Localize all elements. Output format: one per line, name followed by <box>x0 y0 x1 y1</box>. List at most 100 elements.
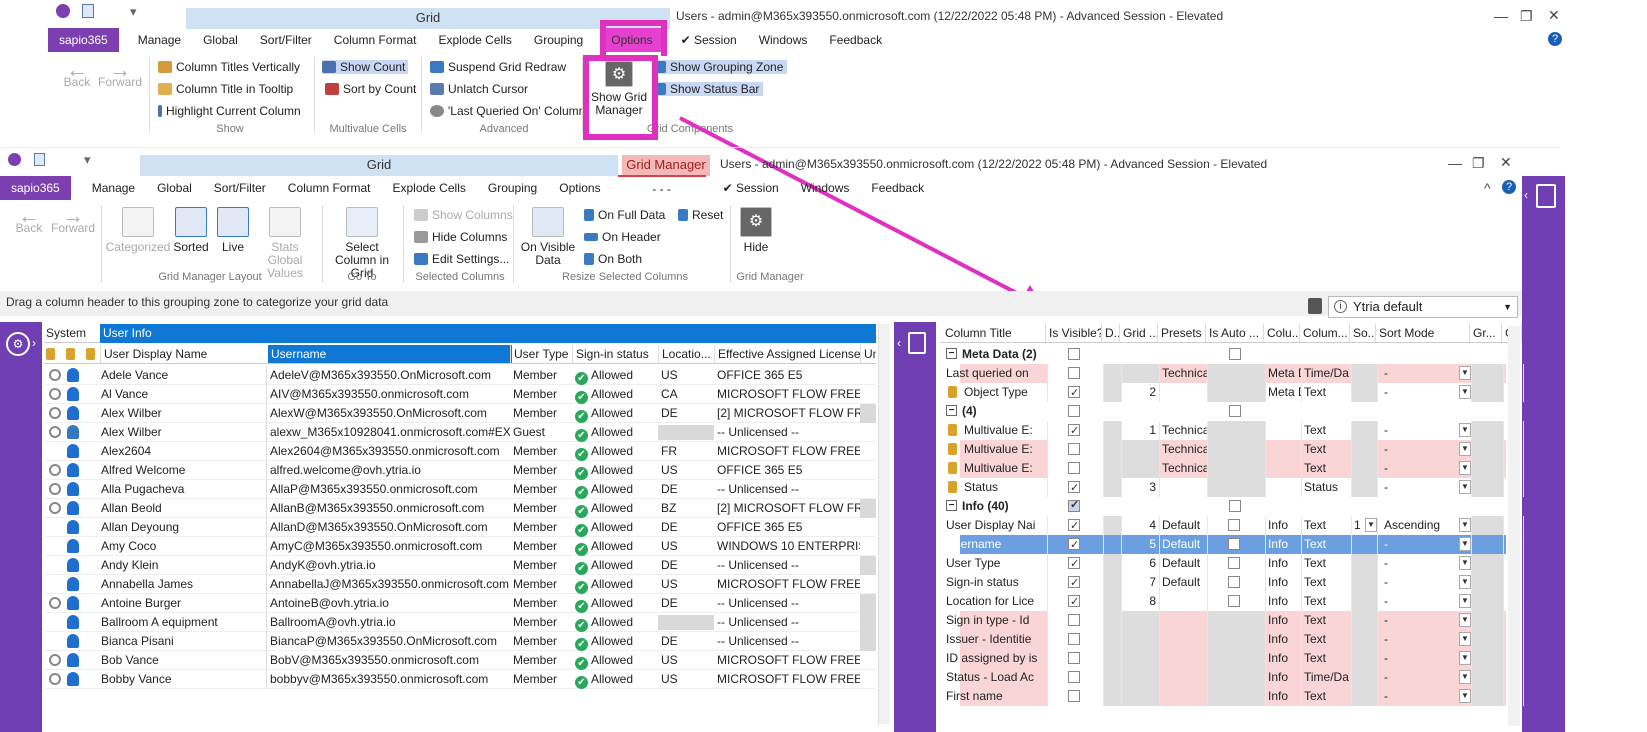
table-row[interactable]: Allan Deyoung AllanD@M365x393550.OnMicros… <box>44 518 876 537</box>
gm-column-row[interactable]: Multivalue E: Technica Text - ▼ <box>948 459 1524 478</box>
gm-header-col[interactable]: Colum... <box>1300 324 1350 342</box>
select-column-button[interactable]: Select Column in Grid <box>326 207 398 280</box>
table-row[interactable]: Annabella James AnnabellaJ@M365x393550.on… <box>44 575 876 594</box>
tab-manage[interactable]: Manage <box>127 28 192 52</box>
categorized-button[interactable]: Categorized <box>104 207 172 254</box>
table-row[interactable]: Alfred Welcome alfred.welcome@ovh.ytria.i… <box>44 461 876 480</box>
tab-column-format[interactable]: Column Format <box>323 28 428 52</box>
copy-icon[interactable] <box>82 4 94 18</box>
show-status-bar-button[interactable]: Show Status Bar <box>652 82 764 96</box>
hide-columns-button[interactable]: Hide Columns <box>414 230 507 244</box>
visible-checkbox[interactable] <box>1068 348 1080 360</box>
last-queried-column-button[interactable]: 'Last Queried On' Column <box>430 104 585 118</box>
table-row[interactable]: Alex Wilber AlexW@M365x393550.OnMicrosoft… <box>44 404 876 423</box>
sort-mode-dropdown-icon[interactable]: ▼ <box>1459 670 1471 684</box>
inner-close-icon[interactable]: ✕ <box>1500 154 1512 171</box>
inner-tab-explode-cells[interactable]: Explode Cells <box>381 176 476 200</box>
sort-mode-dropdown-icon[interactable]: ▼ <box>1459 518 1471 532</box>
header-location[interactable]: Locatio... <box>658 345 714 363</box>
gm-column-row[interactable]: Object Type2Meta DText-▼ <box>948 383 1524 402</box>
inner-back-button[interactable]: ← Back <box>12 205 46 235</box>
table-row[interactable]: Bianca Pisani BiancaP@M365x393550.OnMicro… <box>44 632 876 651</box>
hide-grid-manager-button[interactable]: ⚙ Hide <box>736 207 776 254</box>
outer-close-icon[interactable]: ✕ <box>1548 7 1560 24</box>
radio-icon[interactable] <box>49 502 61 514</box>
reset-button[interactable]: Reset <box>678 208 723 222</box>
outer-scroll-right[interactable] <box>1565 0 1647 732</box>
inner-tab-session[interactable]: ✔ Session <box>712 176 790 200</box>
inner-tab-manage[interactable]: Manage <box>81 176 146 200</box>
visible-checkbox[interactable] <box>1068 422 1080 440</box>
live-button[interactable]: Live <box>214 207 252 254</box>
sort-mode-dropdown-icon[interactable]: ▼ <box>1459 461 1471 475</box>
gm-column-row[interactable]: Issuer - Identitie Info Text - ▼ <box>946 630 1524 649</box>
visible-checkbox[interactable] <box>1068 633 1080 645</box>
sort-mode-dropdown-icon[interactable]: ▼ <box>1459 689 1471 703</box>
radio-icon[interactable] <box>49 407 61 419</box>
delete-view-icon[interactable] <box>1308 298 1322 314</box>
back-button[interactable]: ← Back <box>60 59 94 89</box>
auto-checkbox[interactable] <box>1228 576 1240 588</box>
auto-checkbox[interactable] <box>1229 348 1241 360</box>
visible-checkbox[interactable] <box>1068 367 1080 379</box>
inner-forward-button[interactable]: → Forward <box>50 205 96 235</box>
gm-group-row[interactable]: − Meta Data (2) <box>944 345 1506 364</box>
on-visible-data-button[interactable]: On Visible Data <box>518 207 578 267</box>
header-licenses[interactable]: Effective Assigned Licenses <box>714 345 860 363</box>
gm-column-row[interactable]: Multivalue E:1TechnicaText-▼ <box>948 421 1524 440</box>
visible-checkbox[interactable] <box>1068 555 1080 573</box>
sort-order-dropdown-icon[interactable]: ▼ <box>1365 518 1377 532</box>
auto-checkbox[interactable] <box>1229 500 1241 512</box>
gm-column-row[interactable]: Status3Status-▼ <box>948 478 1524 497</box>
grid-scrollbar[interactable] <box>878 324 890 724</box>
table-row[interactable]: Adele Vance AdeleV@M365x393550.OnMicrosof… <box>44 366 876 385</box>
sort-mode-dropdown-icon[interactable]: ▼ <box>1459 594 1471 608</box>
inner-tab-grouping[interactable]: Grouping <box>477 176 548 200</box>
collapse-right-icon[interactable]: ‹ <box>1524 188 1528 202</box>
gm-header-col[interactable]: Gr... <box>1470 324 1502 342</box>
gm-header-col[interactable]: Is Auto ... <box>1206 324 1264 342</box>
sort-mode-dropdown-icon[interactable]: ▼ <box>1459 480 1471 494</box>
visible-checkbox[interactable] <box>1068 479 1080 497</box>
radio-icon[interactable] <box>49 388 61 400</box>
visible-checkbox[interactable] <box>1068 405 1080 417</box>
auto-checkbox[interactable] <box>1229 405 1241 417</box>
column-title-tooltip-button[interactable]: Column Title in Tooltip <box>158 82 293 96</box>
unlatch-cursor-button[interactable]: Unlatch Cursor <box>430 82 528 96</box>
header-sign-in-status[interactable]: Sign-in status <box>572 345 658 363</box>
auto-checkbox[interactable] <box>1228 557 1240 569</box>
sort-by-count-button[interactable]: Sort by Count <box>325 82 416 96</box>
visible-checkbox[interactable] <box>1068 536 1080 554</box>
on-both-button[interactable]: On Both <box>584 252 642 266</box>
inner-tab-global[interactable]: Global <box>146 176 203 200</box>
table-row[interactable]: Al Vance AIV@M365x393550.onmicrosoft.com M… <box>44 385 876 404</box>
sort-mode-dropdown-icon[interactable]: ▼ <box>1459 632 1471 646</box>
header-user-type[interactable]: User Type <box>510 345 572 363</box>
gm-column-row[interactable]: User Display Nai4DefaultInfoText1▼Ascend… <box>946 516 1524 535</box>
radio-icon[interactable] <box>49 464 61 476</box>
expand-left-icon[interactable]: › <box>32 336 36 350</box>
tab-grid-manager[interactable]: - - - <box>617 175 706 201</box>
gm-column-row[interactable]: ID assigned by is Info Text - ▼ <box>946 649 1524 668</box>
tab-global[interactable]: Global <box>192 28 249 52</box>
gm-header-col[interactable]: Colu... <box>1264 324 1300 342</box>
tab-windows[interactable]: Windows <box>748 28 819 52</box>
inner-tab-feedback[interactable]: Feedback <box>860 176 935 200</box>
inner-tab-options[interactable]: Options <box>548 176 611 200</box>
radio-icon[interactable] <box>49 426 61 438</box>
sort-mode-dropdown-icon[interactable]: ▼ <box>1459 651 1471 665</box>
inner-tab-sapio365[interactable]: sapio365 <box>0 176 71 200</box>
on-header-button[interactable]: On Header <box>584 230 661 244</box>
auto-checkbox[interactable] <box>1228 595 1240 607</box>
outer-minimize-icon[interactable]: ― <box>1494 8 1508 24</box>
visible-checkbox[interactable] <box>1068 517 1080 535</box>
customize-qat-icon[interactable]: ▾ <box>130 4 137 20</box>
radio-icon[interactable] <box>49 597 61 609</box>
expand-minus-icon[interactable]: − <box>946 500 957 511</box>
inner-minimize-icon[interactable]: ― <box>1448 155 1462 171</box>
gm-clipboard-icon[interactable] <box>908 332 926 354</box>
gm-header-col[interactable]: Is Visible? <box>1046 324 1102 342</box>
tab-sapio365[interactable]: sapio365 <box>48 28 119 52</box>
sort-mode-dropdown-icon[interactable]: ▼ <box>1459 613 1471 627</box>
visible-checkbox[interactable] <box>1068 498 1080 512</box>
